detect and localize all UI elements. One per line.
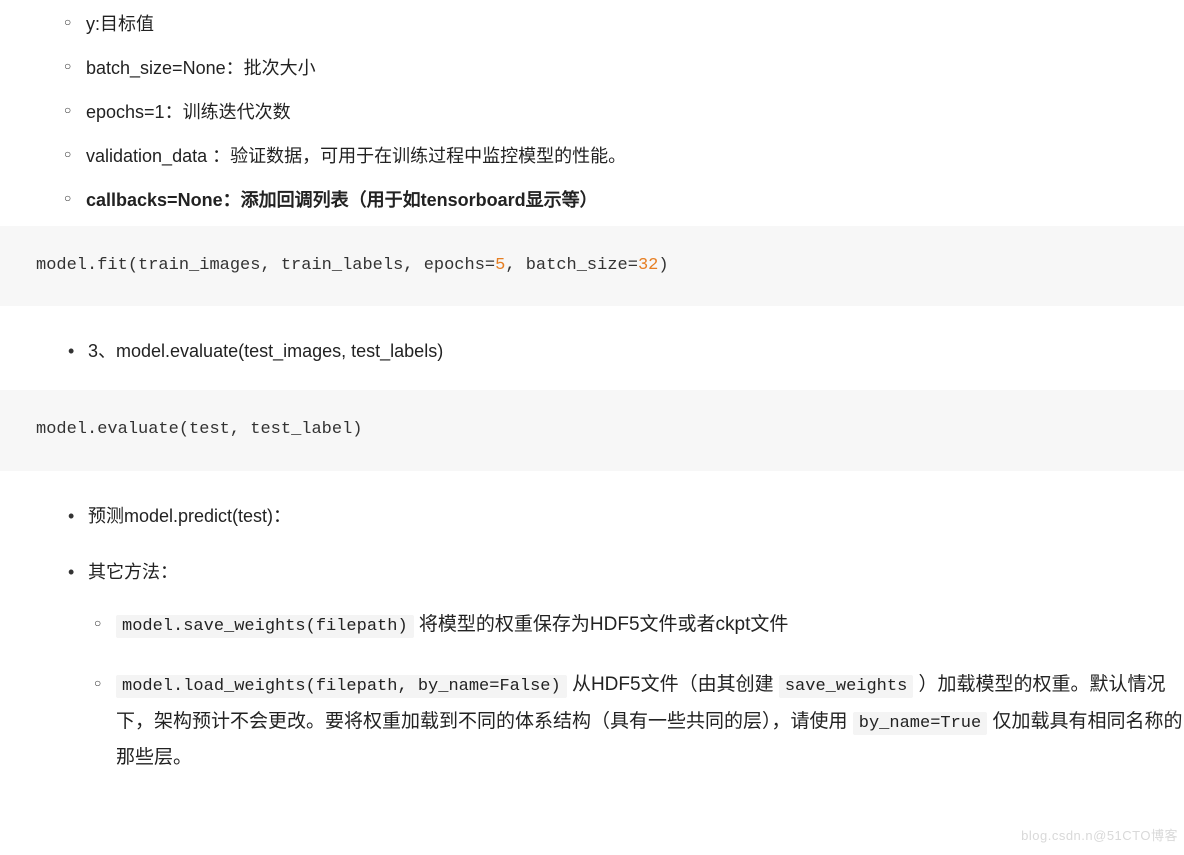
item-save-weights: model.save_weights(filepath) 将模型的权重保存为HD… <box>88 607 1184 643</box>
inline-code-by-name-true: by_name=True <box>853 712 987 735</box>
codeblock-evaluate: model.evaluate(test, test_label) <box>0 390 1184 470</box>
param-callbacks: callbacks=None：添加回调列表（用于如tensorboard显示等） <box>58 182 1184 218</box>
param-batch-size: batch_size=None：批次大小 <box>58 50 1184 86</box>
outer-list-2: 预测model.predict(test)： 其它方法： model.save_… <box>0 499 1184 776</box>
section-other-methods: 其它方法： model.save_weights(filepath) 将模型的权… <box>60 555 1184 776</box>
codeblock-fit: model.fit(train_images, train_labels, ep… <box>0 226 1184 306</box>
inline-code-save-weights: model.save_weights(filepath) <box>116 615 414 638</box>
inline-code-load-weights: model.load_weights(filepath, by_name=Fal… <box>116 675 567 698</box>
section-predict: 预测model.predict(test)： <box>60 499 1184 533</box>
inline-code-save-weights-ref: save_weights <box>779 675 913 698</box>
param-y: y:目标值 <box>58 6 1184 42</box>
outer-list-1: 3、model.evaluate(test_images, test_label… <box>0 334 1184 368</box>
param-validation-data: validation_data ：验证数据，可用于在训练过程中监控模型的性能。 <box>58 138 1184 174</box>
document-content: y:目标值 batch_size=None：批次大小 epochs=1：训练迭代… <box>0 0 1184 855</box>
param-epochs: epochs=1：训练迭代次数 <box>58 94 1184 130</box>
other-methods-label: 其它方法： <box>88 562 178 582</box>
item-load-weights: model.load_weights(filepath, by_name=Fal… <box>88 667 1184 776</box>
section-evaluate-heading: 3、model.evaluate(test_images, test_label… <box>60 334 1184 368</box>
save-weights-text: 将模型的权重保存为HDF5文件或者ckpt文件 <box>414 614 789 635</box>
load-weights-text1: 从HDF5文件（由其创建 <box>567 674 779 695</box>
params-list: y:目标值 batch_size=None：批次大小 epochs=1：训练迭代… <box>0 6 1184 218</box>
other-methods-list: model.save_weights(filepath) 将模型的权重保存为HD… <box>88 607 1184 776</box>
watermark: blog.csdn.n@51CTO博客 <box>1021 824 1178 849</box>
